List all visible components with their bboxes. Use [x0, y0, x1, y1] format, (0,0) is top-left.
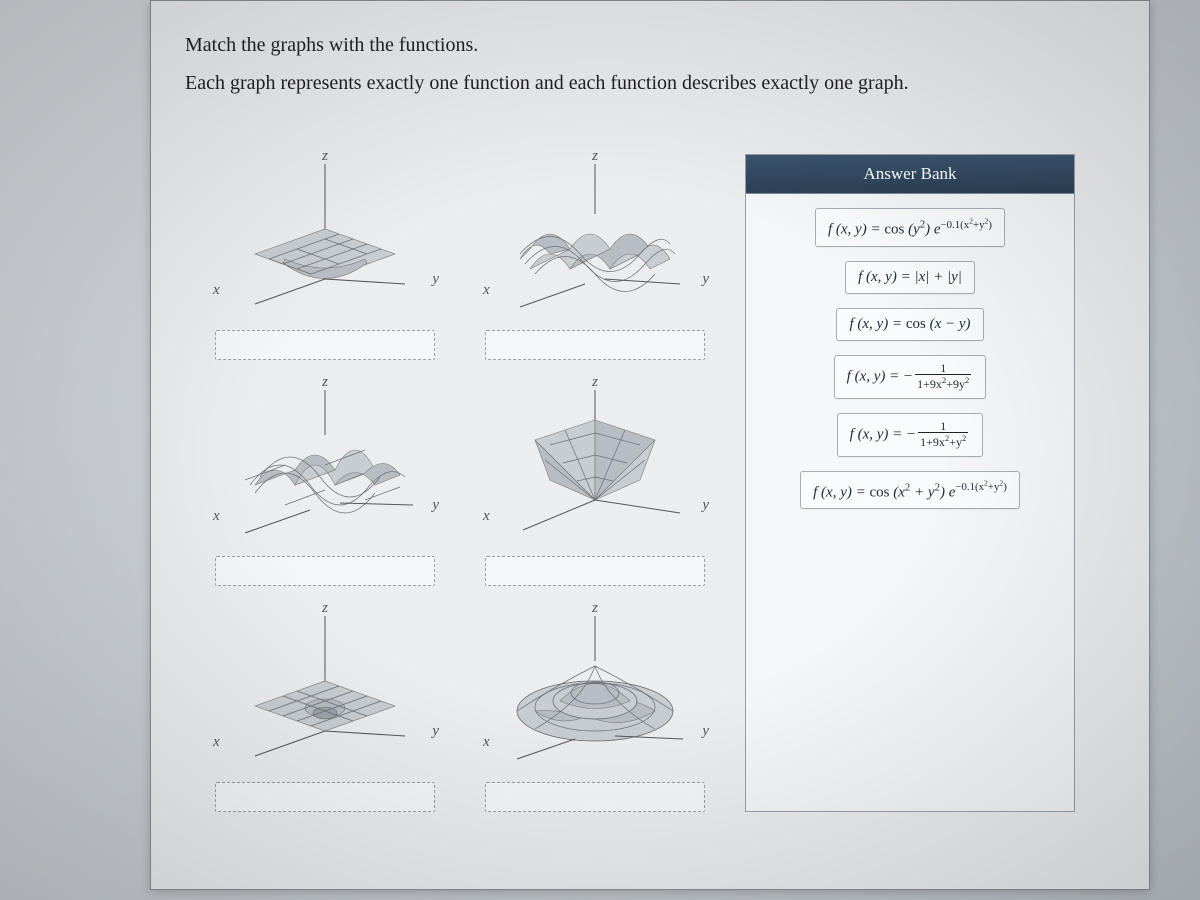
graph-grid: z y x — [205, 154, 715, 812]
axis-y-label: y — [432, 271, 439, 288]
surface-diagonal-waves-icon — [495, 159, 695, 319]
dropzone-1[interactable] — [215, 330, 435, 360]
dropzone-2[interactable] — [485, 330, 705, 360]
graph-cell-6: z y x — [475, 606, 715, 812]
answer-tile-1[interactable]: f (x, y) = cos (y2) e−0.1(x2+y2) — [815, 208, 1005, 247]
answer-bank-body: f (x, y) = cos (y2) e−0.1(x2+y2) f (x, y… — [746, 194, 1074, 527]
answer-tile-2[interactable]: f (x, y) = |x| + |y| — [845, 261, 975, 294]
answer-tile-6[interactable]: f (x, y) = cos (x2 + y2) e−0.1(x2+y2) — [800, 471, 1020, 510]
graph-cell-1: z y x — [205, 154, 445, 360]
graph-cell-4: z y x — [475, 380, 715, 586]
instruction-line-1: Match the graphs with the functions. — [185, 29, 1115, 61]
graph-4: z y x — [485, 380, 705, 550]
answer-tile-3[interactable]: f (x, y) = cos (x − y) — [836, 308, 983, 341]
surface-small-dip-icon — [225, 611, 425, 771]
answer-bank-title: Answer Bank — [746, 155, 1074, 194]
axis-x-label: x — [483, 508, 490, 525]
dropzone-3[interactable] — [215, 556, 435, 586]
axis-z-label: z — [322, 374, 328, 391]
content-row: z y x — [185, 154, 1115, 812]
dropzone-6[interactable] — [485, 782, 705, 812]
answer-tile-5[interactable]: f (x, y) = −11+9x2+y2 — [837, 413, 984, 457]
exercise-panel: Match the graphs with the functions. Eac… — [150, 0, 1150, 890]
instruction-line-2: Each graph represents exactly one functi… — [185, 67, 1115, 99]
answer-tile-4[interactable]: f (x, y) = −11+9x2+9y2 — [834, 355, 987, 399]
axis-x-label: x — [213, 282, 220, 299]
surface-radial-ripple-icon — [495, 611, 695, 771]
graph-6: z y x — [485, 606, 705, 776]
graph-3: z y x — [215, 380, 435, 550]
axis-y-label: y — [702, 723, 709, 740]
surface-abs-pyramid-icon — [495, 385, 695, 545]
axis-z-label: z — [592, 600, 598, 617]
axis-y-label: y — [432, 723, 439, 740]
axis-y-label: y — [432, 497, 439, 514]
axis-y-label: y — [702, 271, 709, 288]
surface-damped-ridges-icon — [225, 385, 425, 545]
axis-y-label: y — [702, 497, 709, 514]
answer-bank: Answer Bank f (x, y) = cos (y2) e−0.1(x2… — [745, 154, 1075, 812]
instructions: Match the graphs with the functions. Eac… — [185, 29, 1115, 99]
surface-trough-icon — [225, 159, 425, 319]
graph-5: z y x — [215, 606, 435, 776]
axis-x-label: x — [483, 282, 490, 299]
dropzone-4[interactable] — [485, 556, 705, 586]
axis-x-label: x — [483, 734, 490, 751]
axis-z-label: z — [322, 148, 328, 165]
graph-cell-3: z y x — [205, 380, 445, 586]
dropzone-5[interactable] — [215, 782, 435, 812]
axis-z-label: z — [592, 148, 598, 165]
graph-1: z y x — [215, 154, 435, 324]
graph-cell-5: z y x — [205, 606, 445, 812]
axis-z-label: z — [592, 374, 598, 391]
graph-cell-2: z y x — [475, 154, 715, 360]
graph-2: z y x — [485, 154, 705, 324]
axis-x-label: x — [213, 734, 220, 751]
axis-x-label: x — [213, 508, 220, 525]
axis-z-label: z — [322, 600, 328, 617]
